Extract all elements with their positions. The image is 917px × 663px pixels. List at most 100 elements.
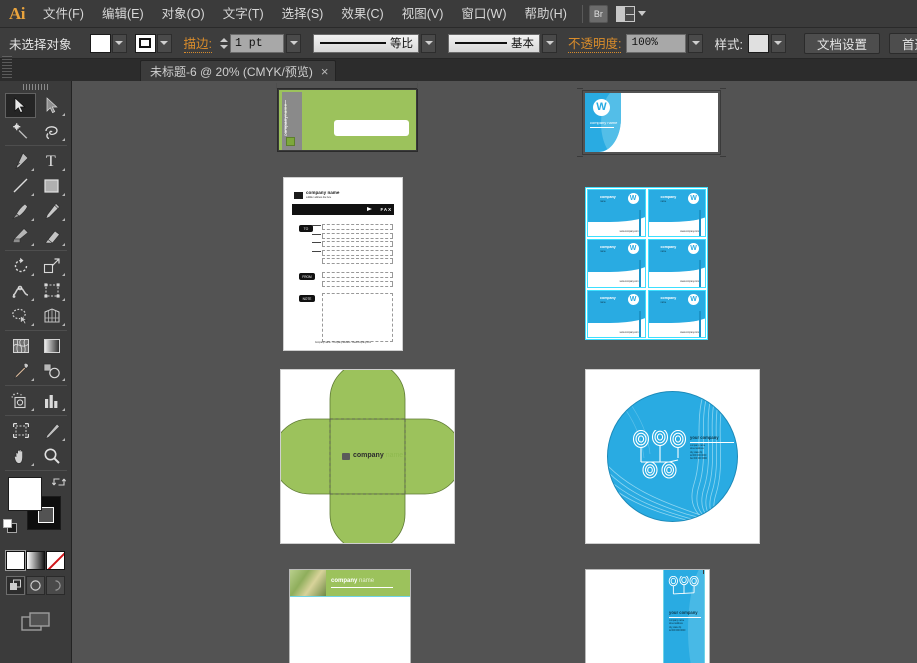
list-item[interactable]: W company name www.company.com xyxy=(647,239,706,288)
graphic-style-control[interactable] xyxy=(747,33,786,53)
brush-dropdown[interactable] xyxy=(542,33,557,53)
stroke-weight-dropdown[interactable] xyxy=(286,33,301,53)
pencil-tool[interactable] xyxy=(36,198,67,223)
letterhead-tagline: subtitle / address line here xyxy=(306,196,332,199)
graphic-style-swatch[interactable] xyxy=(747,33,769,53)
stroke-weight-stepper[interactable] xyxy=(218,33,229,53)
blend-tool[interactable] xyxy=(36,358,67,383)
stroke-dropdown-button[interactable] xyxy=(156,33,172,53)
menu-edit[interactable]: 编辑(E) xyxy=(93,0,153,28)
perspective-grid-tool[interactable] xyxy=(36,303,67,328)
opacity-input[interactable]: 100% xyxy=(626,33,687,53)
brush-preview-icon xyxy=(455,42,507,44)
stroke-color-control[interactable] xyxy=(134,33,172,53)
graphic-style-dropdown[interactable] xyxy=(770,33,786,53)
artboard-tool[interactable] xyxy=(5,418,36,443)
none-mode-button[interactable] xyxy=(46,551,65,570)
zoom-tool[interactable] xyxy=(36,443,67,468)
draw-inside-button[interactable] xyxy=(46,576,65,595)
menu-effect[interactable]: 效果(C) xyxy=(332,0,392,28)
width-profile-dropdown[interactable] xyxy=(421,33,436,53)
close-icon[interactable]: × xyxy=(321,65,329,78)
hand-tool[interactable] xyxy=(5,443,36,468)
artboard-letterhead-fax[interactable]: company name subtitle / address line her… xyxy=(283,177,403,351)
fill-swatch[interactable] xyxy=(89,33,111,53)
arrange-documents-button[interactable] xyxy=(615,5,646,22)
card-blue-contact: www.company.com xyxy=(680,280,699,284)
document-setup-button[interactable]: 文档设置 xyxy=(803,32,880,54)
slice-tool[interactable] xyxy=(36,418,67,443)
blob-brush-tool[interactable] xyxy=(5,223,36,248)
stepper-down-icon[interactable] xyxy=(219,44,228,49)
lasso-tool[interactable] xyxy=(36,118,67,143)
pen-tool[interactable] xyxy=(5,148,36,173)
artboard-brochure-blue-bottom[interactable]: your company company name street address… xyxy=(585,569,710,663)
default-fill-stroke-icon[interactable] xyxy=(3,519,18,534)
magic-wand-tool[interactable] xyxy=(5,118,36,143)
fill-color-control[interactable] xyxy=(89,33,127,53)
line-segment-tool[interactable] xyxy=(5,173,36,198)
artboard-folder-green[interactable]: company name xyxy=(280,369,455,544)
list-item[interactable]: W company name www.company.com xyxy=(587,189,646,238)
menu-type[interactable]: 文字(T) xyxy=(214,0,273,28)
eraser-tool[interactable] xyxy=(36,223,67,248)
scale-tool[interactable] xyxy=(36,253,67,278)
canvas-area[interactable]: companyname W company name xyxy=(72,81,917,663)
artboard-cd-blue[interactable]: your company company name street address… xyxy=(585,369,760,544)
gradient-mode-button[interactable] xyxy=(26,551,45,570)
artboard-envelope-green[interactable]: companyname xyxy=(277,88,418,152)
menu-select[interactable]: 选择(S) xyxy=(273,0,333,28)
menu-object[interactable]: 对象(O) xyxy=(153,0,214,28)
opacity-label[interactable]: 不透明度: xyxy=(568,33,622,53)
fill-color-indicator[interactable] xyxy=(8,477,42,511)
mesh-tool[interactable] xyxy=(5,333,36,358)
rectangle-tool[interactable] xyxy=(36,173,67,198)
free-transform-tool[interactable] xyxy=(36,278,67,303)
symbol-sprayer-tool[interactable] xyxy=(5,388,36,413)
eyedropper-tool[interactable] xyxy=(5,358,36,383)
selection-tool[interactable] xyxy=(5,93,36,118)
variable-width-profile-control[interactable]: 等比 xyxy=(313,33,436,53)
type-tool[interactable]: T xyxy=(36,148,67,173)
column-graph-tool[interactable] xyxy=(36,388,67,413)
opacity-control[interactable]: 100% xyxy=(626,33,704,53)
width-tool[interactable] xyxy=(5,278,36,303)
opacity-dropdown[interactable] xyxy=(688,33,704,53)
stroke-weight-control[interactable]: 1 pt xyxy=(218,33,301,53)
stroke-weight-input[interactable]: 1 pt xyxy=(230,33,284,53)
list-item[interactable]: W company name www.company.com xyxy=(587,239,646,288)
swap-fill-stroke-icon[interactable] xyxy=(51,475,67,489)
direct-selection-tool[interactable] xyxy=(36,93,67,118)
preferences-button[interactable]: 首选项 xyxy=(888,32,917,54)
artboard-envelope-blue[interactable]: W company name xyxy=(577,88,726,157)
paintbrush-tool[interactable] xyxy=(5,198,36,223)
brush-definition-control[interactable]: 基本 xyxy=(448,33,557,53)
draw-behind-button[interactable] xyxy=(26,576,45,595)
artboard-namecard-sheet[interactable]: W company name www.company.com W company… xyxy=(585,187,708,340)
menu-view[interactable]: 视图(V) xyxy=(393,0,453,28)
menu-file[interactable]: 文件(F) xyxy=(34,0,93,28)
list-item[interactable]: W company name www.company.com xyxy=(587,289,646,338)
stroke-swatch[interactable] xyxy=(134,33,156,53)
bridge-icon[interactable]: Br xyxy=(588,4,608,23)
list-item[interactable]: W company name www.company.com xyxy=(647,189,706,238)
stepper-up-icon[interactable] xyxy=(219,37,228,42)
shape-builder-tool[interactable] xyxy=(5,303,36,328)
tab-bar-grip[interactable] xyxy=(2,56,12,78)
gradient-tool[interactable] xyxy=(36,333,67,358)
artboard-folder-green-bottom[interactable]: company name xyxy=(289,569,411,663)
fill-dropdown-button[interactable] xyxy=(111,33,127,53)
screen-mode-button[interactable] xyxy=(0,595,71,633)
rotate-tool[interactable] xyxy=(5,253,36,278)
tool-flyout-indicator-icon xyxy=(31,243,34,246)
width-profile-combo[interactable]: 等比 xyxy=(313,33,419,53)
brush-combo[interactable]: 基本 xyxy=(448,33,540,53)
tools-panel-grip[interactable] xyxy=(0,81,71,93)
list-item[interactable]: W company name www.company.com xyxy=(647,289,706,338)
menu-help[interactable]: 帮助(H) xyxy=(516,0,576,28)
draw-normal-button[interactable] xyxy=(6,576,25,595)
document-tab[interactable]: 未标题-6 @ 20% (CMYK/预览) × xyxy=(140,60,337,81)
stroke-weight-label[interactable]: 描边: xyxy=(183,33,212,53)
color-mode-button[interactable] xyxy=(5,550,26,571)
menu-window[interactable]: 窗口(W) xyxy=(452,0,515,28)
